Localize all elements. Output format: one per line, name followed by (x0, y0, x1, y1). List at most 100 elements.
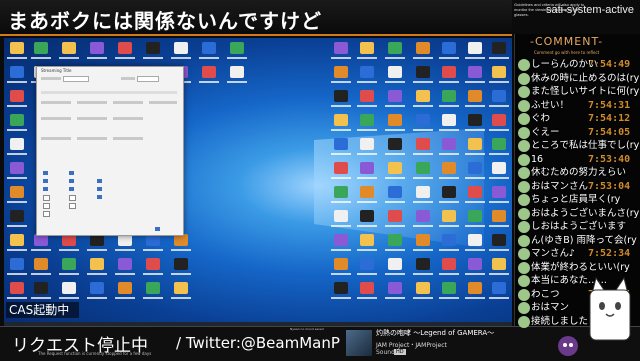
desktop-icon[interactable] (416, 258, 430, 270)
desktop-icon[interactable] (442, 138, 456, 150)
desktop-icon[interactable] (388, 114, 402, 126)
settings-checkbox[interactable] (69, 203, 76, 209)
desktop-icon[interactable] (388, 186, 402, 198)
desktop-icon[interactable] (468, 186, 482, 198)
desktop-icon[interactable] (334, 66, 348, 78)
desktop-icon[interactable] (416, 282, 430, 294)
desktop-icon[interactable] (442, 42, 456, 54)
desktop-icon[interactable] (442, 210, 456, 222)
settings-dropdown[interactable] (137, 76, 159, 82)
desktop-icon[interactable] (146, 258, 160, 270)
desktop-icon[interactable] (442, 186, 456, 198)
desktop-icon[interactable] (10, 186, 24, 198)
settings-slider[interactable] (77, 137, 107, 140)
desktop-icon[interactable] (468, 114, 482, 126)
desktop-icon[interactable] (360, 162, 374, 174)
settings-window[interactable]: Streaming Title (36, 66, 184, 236)
desktop-icon[interactable] (468, 138, 482, 150)
desktop-icon[interactable] (388, 42, 402, 54)
settings-slider[interactable] (77, 117, 107, 120)
desktop-icon[interactable] (34, 282, 48, 294)
desktop-icon[interactable] (34, 42, 48, 54)
desktop-icon[interactable] (388, 282, 402, 294)
settings-checkbox[interactable] (97, 195, 102, 199)
desktop-icon[interactable] (90, 282, 104, 294)
desktop-icon[interactable] (334, 210, 348, 222)
desktop-icon[interactable] (118, 282, 132, 294)
desktop-icon[interactable] (10, 282, 24, 294)
desktop-icon[interactable] (10, 66, 24, 78)
settings-slider[interactable] (113, 137, 143, 140)
desktop-icon[interactable] (416, 234, 430, 246)
settings-slider[interactable] (41, 101, 71, 104)
desktop-icon[interactable] (416, 90, 430, 102)
settings-checkbox[interactable] (43, 187, 48, 191)
settings-checkbox[interactable] (43, 171, 48, 175)
desktop-icon[interactable] (416, 210, 430, 222)
desktop-icon[interactable] (360, 42, 374, 54)
desktop-icon[interactable] (10, 114, 24, 126)
desktop-icon[interactable] (492, 114, 506, 126)
settings-checkbox[interactable] (97, 179, 102, 183)
desktop-icon[interactable] (416, 138, 430, 150)
settings-slider[interactable] (77, 101, 107, 104)
desktop[interactable]: Streaming Title (4, 38, 512, 322)
desktop-icon[interactable] (174, 42, 188, 54)
desktop-icon[interactable] (468, 258, 482, 270)
desktop-icon[interactable] (10, 234, 24, 246)
desktop-icon[interactable] (492, 258, 506, 270)
settings-dropdown[interactable] (63, 76, 89, 82)
desktop-icon[interactable] (334, 162, 348, 174)
desktop-icon[interactable] (10, 42, 24, 54)
desktop-icon[interactable] (388, 258, 402, 270)
desktop-icon[interactable] (90, 42, 104, 54)
desktop-icon[interactable] (34, 258, 48, 270)
desktop-icon[interactable] (360, 66, 374, 78)
desktop-icon[interactable] (10, 162, 24, 174)
desktop-icon[interactable] (174, 258, 188, 270)
desktop-icon[interactable] (388, 138, 402, 150)
desktop-icon[interactable] (360, 186, 374, 198)
desktop-icon[interactable] (492, 186, 506, 198)
desktop-icon[interactable] (334, 186, 348, 198)
desktop-icon[interactable] (442, 90, 456, 102)
desktop-icon[interactable] (442, 258, 456, 270)
settings-checkbox[interactable] (69, 195, 76, 201)
settings-slider[interactable] (41, 117, 71, 120)
desktop-icon[interactable] (492, 282, 506, 294)
desktop-icon[interactable] (492, 234, 506, 246)
desktop-icon[interactable] (388, 90, 402, 102)
desktop-icon[interactable] (118, 258, 132, 270)
settings-checkbox[interactable] (97, 187, 102, 191)
desktop-icon[interactable] (442, 282, 456, 294)
settings-checkbox[interactable] (69, 187, 74, 191)
desktop-icon[interactable] (360, 258, 374, 270)
desktop-icon[interactable] (174, 282, 188, 294)
desktop-icon[interactable] (468, 42, 482, 54)
desktop-icon[interactable] (388, 66, 402, 78)
settings-slider[interactable] (113, 101, 143, 104)
desktop-icon[interactable] (334, 258, 348, 270)
desktop-icon[interactable] (442, 162, 456, 174)
desktop-icon[interactable] (62, 282, 76, 294)
settings-slider[interactable] (113, 117, 143, 120)
desktop-icon[interactable] (334, 282, 348, 294)
desktop-icon[interactable] (202, 66, 216, 78)
desktop-icon[interactable] (360, 90, 374, 102)
desktop-icon[interactable] (442, 234, 456, 246)
settings-checkbox[interactable] (43, 179, 48, 183)
desktop-icon[interactable] (10, 258, 24, 270)
desktop-icon[interactable] (118, 42, 132, 54)
desktop-icon[interactable] (10, 90, 24, 102)
desktop-icon[interactable] (416, 114, 430, 126)
desktop-icon[interactable] (388, 162, 402, 174)
desktop-icon[interactable] (442, 114, 456, 126)
desktop-icon[interactable] (360, 138, 374, 150)
desktop-icon[interactable] (202, 42, 216, 54)
desktop-icon[interactable] (468, 90, 482, 102)
settings-confirm-checkbox[interactable] (155, 227, 160, 231)
desktop-icon[interactable] (492, 138, 506, 150)
desktop-icon[interactable] (146, 282, 160, 294)
settings-slider[interactable] (41, 137, 71, 140)
desktop-icon[interactable] (10, 138, 24, 150)
